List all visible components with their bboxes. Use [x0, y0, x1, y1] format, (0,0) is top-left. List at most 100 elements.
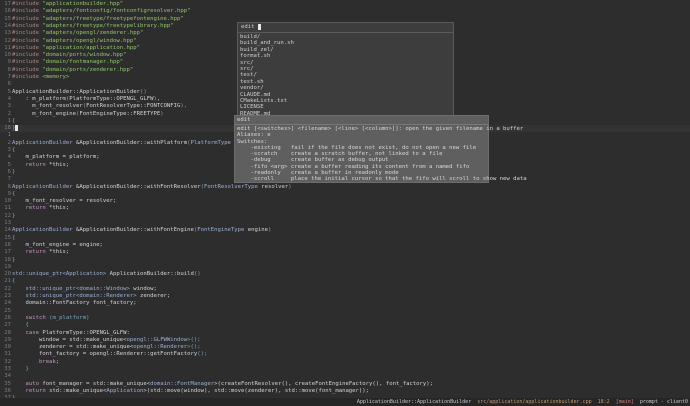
code-token: #include — [12, 59, 43, 66]
code-token: () — [139, 88, 147, 95]
code-line[interactable]: 28 case PlatformType::OPENGL_GLFW: — [0, 330, 690, 337]
code-token: std::unique_ptr<domain::Window> — [12, 285, 134, 292]
code-line[interactable]: 13 — [0, 220, 690, 227]
code-line[interactable]: 23 std::unique_ptr<domain::Renderer> zen… — [0, 293, 690, 300]
code-line[interactable]: 24 domain::FontFactory font_factory; — [0, 300, 690, 307]
line-number: 33 — [4, 366, 11, 372]
code-token: ApplicationBuilder — [12, 139, 76, 146]
code-line[interactable]: 22 std::unique_ptr<domain::Window> windo… — [0, 286, 690, 293]
picker-list[interactable]: build/build_and_run.sh build_zel/format.s… — [238, 33, 453, 117]
code-line[interactable]: 21{ — [0, 278, 690, 285]
line-number: 14 — [4, 227, 11, 234]
code-token: return — [25, 249, 46, 256]
code-line[interactable]: 25 — [0, 308, 690, 315]
code-token: ) — [288, 183, 292, 190]
code-line[interactable]: 19 — [0, 264, 690, 271]
code-token: domain::FontFactory — [12, 300, 93, 307]
line-number: 15 — [4, 15, 11, 22]
code-token: : m_platform — [12, 95, 66, 102]
code-line[interactable]: 35 auto font_manager = std::make_unique<… — [0, 381, 690, 388]
code-line[interactable]: 26 switch (m_platform) — [0, 315, 690, 322]
code-text: #include "adapters/opengl/window.hpp" — [12, 38, 137, 45]
code-token: #include — [12, 8, 43, 15]
status-prompt: prompt — [639, 399, 658, 405]
code-line[interactable]: 36 return std::make_unique<Application>(… — [0, 388, 690, 395]
line-number: 29 — [4, 336, 11, 343]
line-number: 4 — [7, 154, 11, 161]
code-token: return — [25, 387, 46, 394]
code-text: auto font_manager = std::make_unique<dom… — [12, 381, 433, 388]
code-line[interactable]: 20 std::unique_ptr<Application> Applicati… — [0, 271, 690, 278]
code-token: ) — [268, 227, 272, 234]
code-token: (); — [197, 351, 208, 358]
code-line[interactable]: 32 break; — [0, 359, 690, 366]
code-text: { — [12, 235, 15, 242]
line-number: 28 — [4, 329, 11, 336]
code-text: #include "application/application.hpp" — [12, 45, 140, 52]
code-text: #include "adapters/freetype/freetypelibr… — [12, 23, 174, 30]
code-line[interactable]: 8 ApplicationBuilder &ApplicationBuilder:… — [0, 184, 690, 191]
code-token: "domain/ports/zenderer.hpp" — [42, 66, 134, 73]
code-text: } — [12, 366, 28, 373]
code-text: case PlatformType::OPENGL_GLFW: — [12, 329, 129, 337]
code-line[interactable]: 27 { — [0, 322, 690, 329]
code-text: return *this; — [12, 249, 69, 256]
code-line[interactable]: 12} — [0, 213, 690, 220]
code-token: m_font_resolver = resolver; — [12, 198, 117, 205]
code-line[interactable]: 9{ — [0, 191, 690, 198]
file-picker-popup[interactable]: edit build/build_and_run.sh build_zel/for… — [237, 22, 454, 117]
code-token: () — [193, 271, 201, 278]
code-line[interactable]: 29 window = std::make_unique<opengl::GLF… — [0, 337, 690, 344]
code-token: } — [12, 212, 16, 219]
code-token: &ApplicationBuilder::withFontResolver — [76, 183, 201, 190]
line-number: 18 — [4, 256, 11, 263]
code-token: return — [25, 161, 46, 168]
code-line[interactable]: 11 return *this; — [0, 205, 690, 212]
code-line[interactable]: 17 return *this; — [0, 249, 690, 256]
code-token: case — [25, 329, 39, 336]
line-number: 9 — [7, 190, 11, 197]
code-token: FontEngineType — [197, 227, 248, 234]
code-text: #include "domain/fontmanager.hpp" — [12, 59, 123, 66]
code-text: return *this; — [12, 205, 69, 212]
code-token: engine — [247, 227, 268, 234]
code-line[interactable]: 18} — [0, 257, 690, 264]
code-token: window; — [133, 285, 157, 292]
line-number: 7 — [7, 176, 11, 183]
code-token: std::unique_ptr<domain::Renderer> — [12, 293, 140, 299]
line-number: 31 — [4, 351, 11, 358]
code-line[interactable]: 34 — [0, 373, 690, 380]
line-number: 35 — [4, 380, 11, 387]
code-line[interactable]: 30 zenderer = std::make_unique<opengl::R… — [0, 344, 690, 351]
code-line[interactable]: 17 #include "applicationbuilder.hpp" — [0, 1, 690, 8]
code-token: PlatformType::OPENGL_GLFW — [69, 95, 154, 102]
code-token: font_factory = opengl::Renderer::getFont… — [12, 351, 198, 358]
text-cursor — [257, 23, 261, 30]
code-token: zenderer = std::make_unique< — [12, 344, 134, 351]
line-number: 2 — [7, 139, 11, 146]
code-line[interactable]: 15{ — [0, 235, 690, 242]
code-text: #include "adapters/freetype/freetypefont… — [12, 16, 184, 23]
code-token: #include — [12, 15, 43, 22]
code-line[interactable]: 33 } — [0, 366, 690, 373]
line-number: 24 — [4, 300, 11, 307]
code-line[interactable]: 16 #include "adapters/fontconfig/fontconf… — [0, 8, 690, 15]
line-number: 12 — [4, 212, 11, 219]
code-token: break — [38, 358, 56, 365]
code-line[interactable]: 10 m_font_resolver = resolver; — [0, 198, 690, 205]
code-token: zenderer; — [139, 293, 171, 299]
code-line[interactable]: 16 m_font_engine = engine; — [0, 242, 690, 249]
code-token: ) — [160, 110, 164, 117]
code-line[interactable]: 31 font_factory = opengl::Renderer::getF… — [0, 351, 690, 358]
code-token: std::unique_ptr<Application> — [12, 271, 110, 278]
picker-input[interactable]: edit — [238, 23, 453, 33]
line-number: 2 — [7, 110, 11, 117]
code-text: #include "adapters/opengl/zenderer.hpp" — [12, 30, 143, 37]
code-line[interactable]: 14 ApplicationBuilder &ApplicationBuilder… — [0, 227, 690, 234]
line-number: 3 — [7, 103, 11, 110]
code-text: return std::make_unique<Application>(std… — [12, 388, 369, 395]
code-text: m_font_resolver = resolver; — [12, 198, 116, 205]
